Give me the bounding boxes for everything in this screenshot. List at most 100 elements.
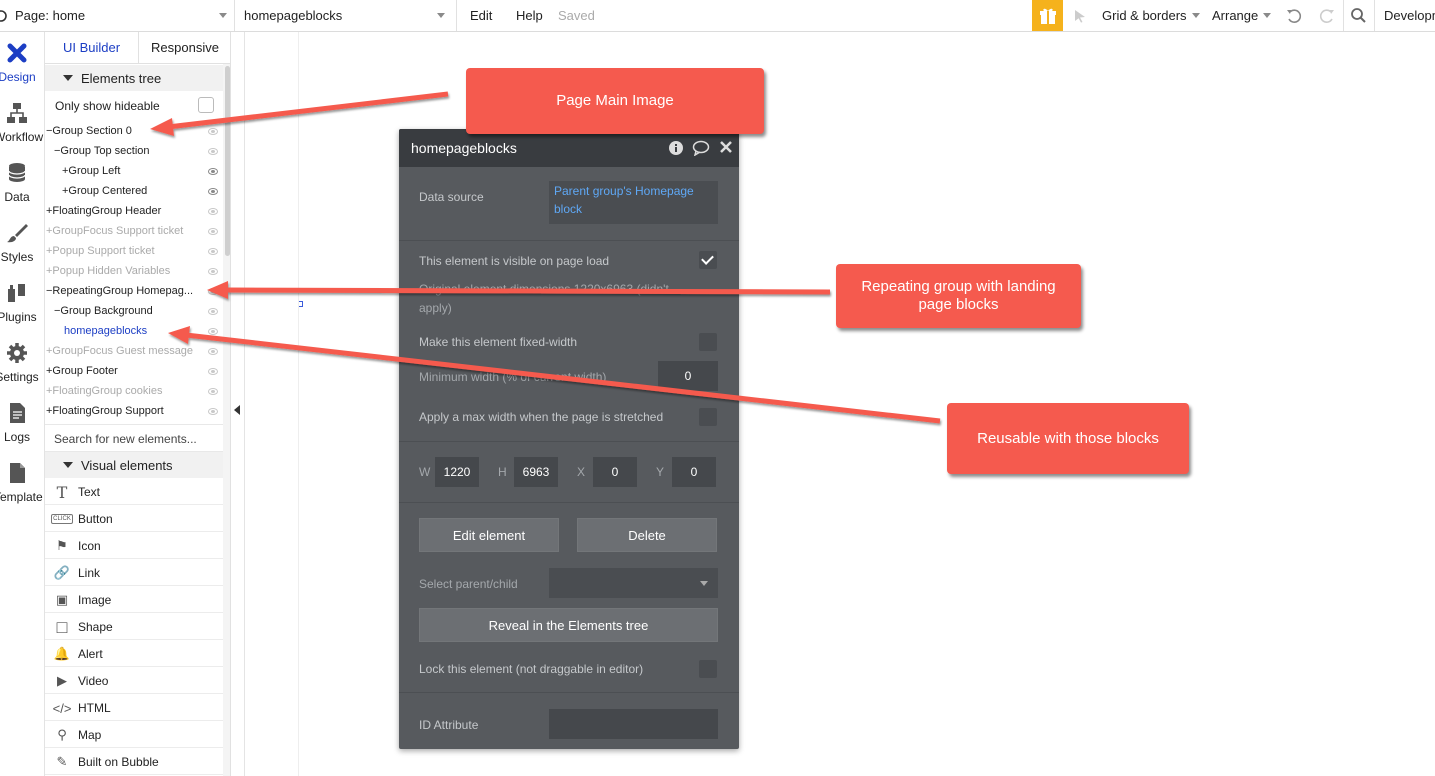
menu-help[interactable]: Help (516, 0, 543, 31)
reveal-in-tree-button[interactable]: Reveal in the Elements tree (419, 608, 718, 642)
rail-item-data[interactable]: Data (0, 152, 44, 212)
close-icon[interactable] (718, 140, 734, 156)
tree-item[interactable]: −Group Section 0 (45, 122, 223, 142)
search-elements-input[interactable] (54, 430, 214, 448)
chevron-down-icon (700, 581, 708, 586)
info-icon[interactable] (668, 140, 684, 156)
undo-icon[interactable] (1285, 0, 1303, 31)
visual-elements-header[interactable]: Visual elements (45, 452, 223, 478)
redo-icon[interactable] (1318, 0, 1336, 31)
eye-icon[interactable] (208, 408, 218, 415)
tree-item[interactable]: +GroupFocus Guest message (45, 342, 223, 362)
tree-item[interactable]: +Popup Hidden Variables (45, 262, 223, 282)
canvas-page-edge (298, 32, 299, 776)
id-attribute-input[interactable] (549, 709, 718, 739)
element-selector[interactable]: homepageblocks (244, 0, 342, 31)
rail-item-plugins[interactable]: Plugins (0, 272, 44, 332)
tree-item[interactable]: −Group Top section (45, 142, 223, 162)
rail-item-logs[interactable]: Logs (0, 392, 44, 452)
eye-icon[interactable] (208, 148, 218, 155)
eye-icon[interactable] (208, 208, 218, 215)
rail-item-template[interactable]: Template (0, 452, 44, 512)
eye-icon[interactable] (208, 348, 218, 355)
min-width-input[interactable]: 0 (658, 361, 718, 391)
tree-item[interactable]: −RepeatingGroup Homepag... (45, 282, 223, 302)
eye-icon[interactable] (208, 188, 218, 195)
rail-item-styles[interactable]: Styles (0, 212, 44, 272)
tree-item[interactable]: +Group Left (45, 162, 223, 182)
parent-child-select[interactable] (549, 568, 718, 598)
tree-item[interactable]: +GroupFocus Support ticket (45, 222, 223, 242)
tree-item-label: +Group Centered (62, 185, 148, 197)
eye-icon[interactable] (208, 388, 218, 395)
canvas-element-marker[interactable] (299, 301, 303, 307)
tree-item[interactable]: +FloatingGroup Support (45, 402, 223, 422)
eye-icon[interactable] (208, 368, 218, 375)
visible-on-load-checkbox[interactable] (699, 251, 717, 269)
panel-scroll-thumb[interactable] (225, 66, 230, 256)
delete-button[interactable]: Delete (577, 518, 717, 552)
arrange-menu[interactable]: Arrange (1212, 0, 1272, 31)
height-input[interactable]: 6963 (514, 457, 558, 487)
tab-responsive[interactable]: Responsive (138, 32, 230, 63)
width-input[interactable]: 1220 (435, 457, 479, 487)
max-width-checkbox[interactable] (699, 408, 717, 426)
comment-icon[interactable] (692, 140, 710, 157)
search-icon[interactable] (1350, 0, 1367, 31)
fixed-width-checkbox[interactable] (699, 333, 717, 351)
element-selector-label: homepageblocks (244, 8, 343, 23)
x-input[interactable]: 0 (593, 457, 637, 487)
collapse-panel-icon[interactable] (234, 405, 240, 415)
tab-ui-builder[interactable]: UI Builder (45, 32, 138, 63)
environment-selector[interactable]: Developm (1384, 0, 1435, 31)
elements-tree-header[interactable]: Elements tree (45, 65, 223, 91)
data-source-label: Data source (419, 190, 484, 204)
visual-element-item[interactable]: ⚲ Map (45, 721, 223, 748)
visual-element-item[interactable]: </> HTML (45, 694, 223, 721)
visual-element-item[interactable]: □ Shape (45, 613, 223, 640)
eye-icon[interactable] (208, 228, 218, 235)
tree-item[interactable]: −Group Background (45, 302, 223, 322)
visual-element-item[interactable]: 🔗 Link (45, 559, 223, 586)
rail-item-design[interactable]: Design (0, 32, 44, 92)
gift-icon[interactable] (1032, 0, 1063, 31)
tree-item[interactable]: +FloatingGroup cookies (45, 382, 223, 402)
eye-icon[interactable] (208, 268, 218, 275)
visual-element-item[interactable]: CLICK Button (45, 505, 223, 532)
tree-item[interactable]: +Group Footer (45, 362, 223, 382)
lock-element-checkbox[interactable] (699, 660, 717, 678)
visual-element-item[interactable]: T Text (45, 478, 223, 505)
visual-element-item[interactable]: ▣ Image (45, 586, 223, 613)
lock-element-label: Lock this element (not draggable in edit… (419, 662, 644, 676)
chevron-down-icon[interactable] (219, 0, 227, 31)
tree-item[interactable]: +FloatingGroup Header (45, 202, 223, 222)
document-icon (10, 403, 25, 423)
eye-icon[interactable] (208, 248, 218, 255)
page-selector[interactable]: Page: home (15, 0, 85, 31)
grid-borders-menu[interactable]: Grid & borders (1102, 0, 1200, 31)
eye-icon[interactable] (208, 308, 218, 315)
cursor-icon[interactable] (1072, 0, 1088, 31)
chevron-down-icon[interactable] (437, 0, 445, 31)
data-source-field[interactable]: Parent group's Homepage block (549, 181, 718, 224)
rail-item-settings[interactable]: Settings (0, 332, 44, 392)
only-hideable-checkbox[interactable] (198, 97, 214, 113)
tree-item[interactable]: +Group Centered (45, 182, 223, 202)
rail-item-workflow[interactable]: Workflow (0, 92, 44, 152)
eye-icon[interactable] (208, 128, 218, 135)
y-input[interactable]: 0 (672, 457, 716, 487)
eye-icon[interactable] (208, 288, 218, 295)
menu-edit[interactable]: Edit (470, 0, 492, 31)
rail-label: Template (0, 490, 43, 504)
visual-element-item[interactable]: ✎ Built on Bubble (45, 748, 223, 775)
edit-element-button[interactable]: Edit element (419, 518, 559, 552)
logo-icon[interactable] (0, 0, 8, 31)
eye-icon[interactable] (208, 168, 218, 175)
visual-element-item[interactable]: ⚑ Icon (45, 532, 223, 559)
visual-element-item[interactable]: ▶ Video (45, 667, 223, 694)
tree-item[interactable]: +Popup Support ticket (45, 242, 223, 262)
eye-icon[interactable] (208, 328, 218, 335)
property-editor-header[interactable]: homepageblocks (399, 129, 739, 167)
visual-element-item[interactable]: 🔔 Alert (45, 640, 223, 667)
tree-item[interactable]: homepageblocks (45, 322, 223, 342)
